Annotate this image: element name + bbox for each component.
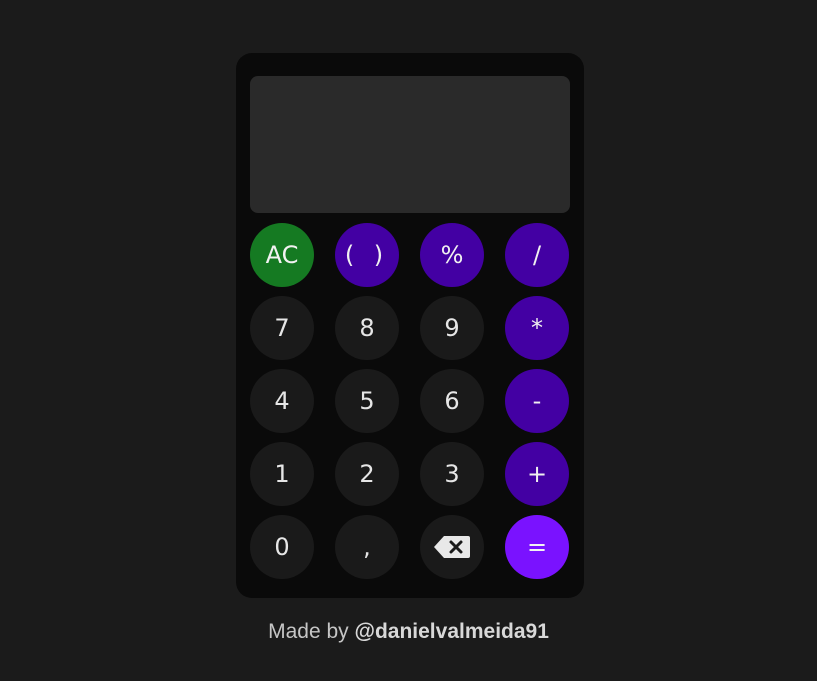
digit-6-button[interactable]: 6: [420, 369, 484, 433]
digit-0-button[interactable]: 0: [250, 515, 314, 579]
display-screen: [250, 76, 570, 213]
add-button[interactable]: +: [505, 442, 569, 506]
clear-button[interactable]: AC: [250, 223, 314, 287]
digit-2-button[interactable]: 2: [335, 442, 399, 506]
multiply-button[interactable]: *: [505, 296, 569, 360]
footer-prefix: Made by: [268, 620, 349, 643]
divide-button[interactable]: /: [505, 223, 569, 287]
parentheses-button[interactable]: ( ): [335, 223, 399, 287]
digit-5-button[interactable]: 5: [335, 369, 399, 433]
calculator: AC ( ) % / 7 8 9 * 4 5 6 - 1 2 3 + 0 , =: [236, 53, 584, 598]
digit-7-button[interactable]: 7: [250, 296, 314, 360]
digit-8-button[interactable]: 8: [335, 296, 399, 360]
author-handle-link[interactable]: @danielvalmeida91: [354, 620, 548, 643]
subtract-button[interactable]: -: [505, 369, 569, 433]
decimal-button[interactable]: ,: [335, 515, 399, 579]
equals-button[interactable]: =: [505, 515, 569, 579]
digit-1-button[interactable]: 1: [250, 442, 314, 506]
footer-credit: Made by @danielvalmeida91: [0, 620, 817, 644]
digit-3-button[interactable]: 3: [420, 442, 484, 506]
digit-4-button[interactable]: 4: [250, 369, 314, 433]
backspace-button[interactable]: [420, 515, 484, 579]
backspace-icon: [433, 535, 471, 559]
percent-button[interactable]: %: [420, 223, 484, 287]
digit-9-button[interactable]: 9: [420, 296, 484, 360]
